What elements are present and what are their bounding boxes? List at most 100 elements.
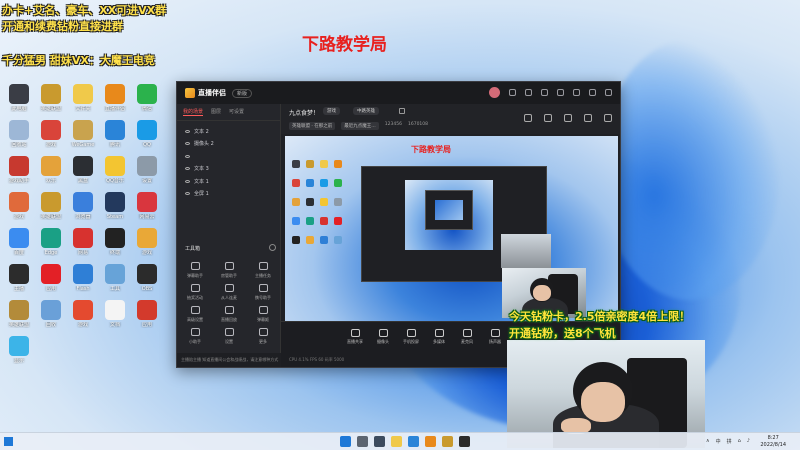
close-icon[interactable] [605, 89, 612, 96]
desktop-icon[interactable]: QQ [130, 120, 164, 148]
desktop-icon[interactable]: 英雄联盟 [2, 300, 36, 328]
eye-icon[interactable] [185, 192, 190, 196]
desktop-icon[interactable]: 回收 [34, 300, 68, 328]
desktop-icon[interactable]: 微信 [130, 84, 164, 112]
settings-icon[interactable] [541, 89, 548, 96]
desktop-icon[interactable]: 腾讯 [98, 120, 132, 148]
share-icon[interactable] [604, 114, 612, 122]
desktop-icon[interactable]: 应用 [130, 300, 164, 328]
desktop-icon[interactable]: WeGame [66, 120, 100, 148]
tray-ime-icon[interactable]: 中 [716, 438, 721, 445]
file-explorer-icon[interactable] [391, 436, 402, 447]
desktop-icon[interactable]: 显示 [2, 336, 36, 364]
user-avatar[interactable] [489, 87, 500, 98]
eye-icon[interactable] [185, 154, 190, 158]
edge-icon[interactable] [408, 436, 419, 447]
tray-chevron-icon[interactable]: ∧ [706, 438, 710, 445]
toolbox-item[interactable]: 小助手 [179, 328, 211, 345]
desktop-icon[interactable]: 黑盒 [66, 156, 100, 184]
desktop-icon[interactable]: 游戏 [2, 192, 36, 220]
gift-icon[interactable] [525, 89, 532, 96]
toolbox-item[interactable]: 弹幕姬 [247, 306, 279, 323]
desktop-icon[interactable]: 终端 [98, 228, 132, 256]
eye-icon[interactable] [185, 142, 190, 146]
desktop-icon[interactable]: 游戏 [34, 120, 68, 148]
desktop-icon[interactable]: 主播 [2, 264, 36, 292]
desktop-icon[interactable]: 网易云 [130, 192, 164, 220]
toolbox-item[interactable]: 房管助手 [213, 262, 245, 279]
desktop-icon[interactable]: 欢乐 [34, 156, 68, 184]
live-companion-icon[interactable] [425, 436, 436, 447]
tab-scenes[interactable]: 我的场景 [183, 108, 204, 116]
shop-icon[interactable] [544, 114, 552, 122]
windows-start-icon[interactable] [4, 437, 13, 446]
eye-icon[interactable] [185, 167, 190, 171]
desktop-icon[interactable]: 文档 [98, 300, 132, 328]
control-bar-button[interactable]: 麦克风 [453, 329, 481, 345]
control-bar-button[interactable]: 直播共享 [341, 329, 369, 345]
desktop-icon[interactable]: 游戏助手 [2, 156, 36, 184]
toolbox-item[interactable]: 设置 [213, 328, 245, 345]
desktop-icon[interactable]: Edge [34, 228, 68, 256]
tray-network-icon[interactable]: ⌂ [738, 438, 741, 445]
scene-item[interactable]: 文本 3 [177, 163, 280, 176]
message-icon[interactable] [509, 89, 516, 96]
toolbox-item[interactable]: 弹幕助手 [179, 262, 211, 279]
version-badge[interactable]: 新版 [232, 88, 253, 98]
toolbox-item[interactable]: 高级设置 [179, 306, 211, 323]
desktop-icon[interactable]: 文件夹 [66, 84, 100, 112]
maximize-icon[interactable] [589, 89, 596, 96]
tray-pinyin-icon[interactable]: 拼 [727, 438, 732, 445]
room-category-chip[interactable]: 游戏 [323, 107, 340, 115]
search-icon[interactable] [357, 436, 368, 447]
eye-icon[interactable] [185, 129, 190, 133]
desktop-icon[interactable]: 游戏 [66, 300, 100, 328]
chart-icon[interactable] [564, 114, 572, 122]
desktop-icon[interactable]: 回收站 [2, 120, 36, 148]
menu-icon[interactable] [557, 89, 564, 96]
desktop-icon[interactable]: Flash [66, 264, 100, 292]
toolbox-item[interactable]: 携号助手 [247, 284, 279, 301]
desktop-icon[interactable]: 设置 [130, 156, 164, 184]
control-bar-button[interactable]: 扬声器 [481, 329, 509, 345]
start-button-icon[interactable] [340, 436, 351, 447]
room-hero-chip[interactable]: 中路英雄 [353, 107, 379, 115]
desktop-icon[interactable]: 网易 [66, 228, 100, 256]
toolbox-item[interactable]: 主播任务 [247, 262, 279, 279]
obs-icon[interactable] [459, 436, 470, 447]
tab-layers[interactable]: 图层 [211, 108, 221, 116]
desktop-icon[interactable]: 英雄联盟 [34, 192, 68, 220]
desktop-icon[interactable]: 工具 [98, 264, 132, 292]
toolbox-more-icon[interactable] [269, 244, 276, 251]
toolbox-item[interactable]: 直播回放 [213, 306, 245, 323]
scene-item[interactable] [177, 150, 280, 163]
desktop-icon[interactable]: 英雄联盟 [34, 84, 68, 112]
eye-icon[interactable] [185, 179, 190, 183]
desktop-icon[interactable]: 浏览器 [66, 192, 100, 220]
edit-icon[interactable] [399, 108, 405, 114]
task-view-icon[interactable] [374, 436, 385, 447]
control-bar-button[interactable]: 手机投屏 [397, 329, 425, 345]
toolbox-item[interactable]: 更多 [247, 328, 279, 345]
scene-item[interactable]: 摄像头 2 [177, 138, 280, 151]
room-title[interactable]: 九点食梦！ [289, 108, 319, 117]
desktop-icon[interactable]: 直播伴侣 [98, 84, 132, 112]
taskbar-clock[interactable]: 8:27 2022/8/14 [760, 435, 786, 449]
desktop-icon[interactable]: 百度 [2, 228, 36, 256]
scene-item[interactable]: 文本 1 [177, 175, 280, 188]
tab-settings[interactable]: 可设置 [229, 108, 244, 116]
minimize-icon[interactable] [573, 89, 580, 96]
scene-item[interactable]: 全屏 1 [177, 188, 280, 201]
control-bar-button[interactable]: 摄像头 [369, 329, 397, 345]
desktop-icon[interactable]: QQ音乐 [98, 156, 132, 184]
bag-icon[interactable] [524, 114, 532, 122]
desktop-icon[interactable]: OBS [130, 264, 164, 292]
desktop-icon[interactable]: 应用 [34, 264, 68, 292]
toolbox-item[interactable]: 从人连麦 [213, 284, 245, 301]
more-icon[interactable] [584, 114, 592, 122]
desktop-icon[interactable]: 游戏 [130, 228, 164, 256]
control-bar-button[interactable]: 多媒体 [425, 329, 453, 345]
scene-item[interactable]: 文本 2 [177, 125, 280, 138]
league-icon[interactable] [442, 436, 453, 447]
tray-volume-icon[interactable]: ♪ [747, 438, 750, 445]
